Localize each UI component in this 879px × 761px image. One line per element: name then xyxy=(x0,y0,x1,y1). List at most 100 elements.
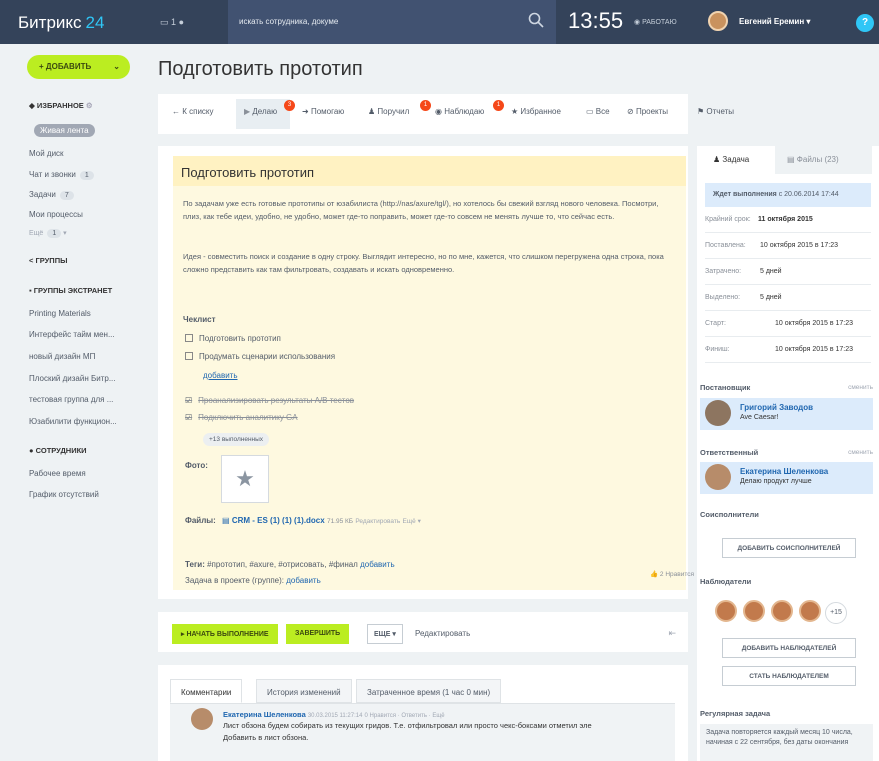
sidebar-groups[interactable]: < ГРУППЫ xyxy=(29,256,67,265)
play-icon: ▶ xyxy=(244,107,251,116)
tab-watching[interactable]: ◉ Наблюдаю 1 xyxy=(435,100,504,116)
checked-icon[interactable]: ☑ xyxy=(185,413,192,422)
comments-panel: Комментарии История изменений Затраченно… xyxy=(158,665,688,761)
finish-button[interactable]: ЗАВЕРШИТЬ xyxy=(286,624,350,644)
photo-label: Фото: xyxy=(185,461,208,470)
add-coexecutors-button[interactable]: ДОБАВИТЬ СОИСПОЛНИТЕЛЕЙ xyxy=(722,538,856,558)
tab-comments[interactable]: Комментарии xyxy=(170,679,243,703)
sidebar-group-item[interactable]: Printing Materials xyxy=(29,309,91,318)
sidebar-group-item[interactable]: Интерфейс тайм мен... xyxy=(29,330,115,339)
tab-assigned[interactable]: ♟ Поручил 1 xyxy=(368,100,431,116)
avatar[interactable] xyxy=(799,600,821,622)
messages-counter[interactable]: ▭ 1 ● xyxy=(160,17,184,28)
checklist-item-done[interactable]: ☑ Подключить аналитику GA xyxy=(185,413,298,422)
sidebar-group-item[interactable]: Юзабилити функцион... xyxy=(29,417,117,426)
tab-favorite[interactable]: ★ Избранное xyxy=(511,107,561,116)
tab-task[interactable]: ♟ Задача xyxy=(713,146,749,174)
sidebar-extranet[interactable]: ▪ ГРУППЫ ЭКСТРАНЕТ xyxy=(29,286,112,295)
creator-name[interactable]: Григорий Заводов xyxy=(740,403,813,412)
add-watchers-button[interactable]: ДОБАВИТЬ НАБЛЮДАТЕЛЕЙ xyxy=(722,638,856,658)
finish-row: Финиш: 10 октября 2015 в 17:23 xyxy=(705,337,871,363)
pin-icon: ◆ xyxy=(29,101,35,110)
change-responsible-link[interactable]: сменить xyxy=(848,449,873,456)
comment-header: Екатерина Шеленкова 30.03.2015 11:27:14 … xyxy=(223,710,445,719)
search-icon[interactable] xyxy=(528,12,544,28)
responsible-name[interactable]: Екатерина Шеленкова xyxy=(740,467,828,476)
tab-doing[interactable]: ▶ Делаю 3 xyxy=(244,100,295,116)
become-watcher-button[interactable]: СТАТЬ НАБЛЮДАТЕЛЕМ xyxy=(722,666,856,686)
file-more-link[interactable]: Ещё ▾ xyxy=(402,518,420,525)
file-link[interactable]: CRM - ES (1) (1) (1).docx xyxy=(232,516,325,525)
watchers-more[interactable]: +15 xyxy=(825,602,847,624)
tab-all[interactable]: ▭ Все xyxy=(586,107,610,116)
avatar[interactable] xyxy=(715,600,737,622)
change-creator-link[interactable]: сменить xyxy=(848,384,873,391)
creator-card[interactable]: Григорий Заводов Ave Caesar! xyxy=(700,398,873,430)
comment-text-2: Добавить в лист обзона. xyxy=(223,733,309,742)
responsible-heading: Ответственный xyxy=(700,448,759,457)
stack-icon: ▭ xyxy=(586,107,594,116)
tab-helping[interactable]: ➜ Помогаю xyxy=(302,107,344,116)
add-button[interactable]: + ДОБАВИТЬ ⌄ xyxy=(27,55,130,79)
checklist-item[interactable]: Продумать сценарии использования xyxy=(185,352,335,361)
responsible-card[interactable]: Екатерина Шеленкова Делаю продукт лучше xyxy=(700,462,873,494)
tab-history[interactable]: История изменений xyxy=(256,679,352,703)
avatar[interactable] xyxy=(743,600,765,622)
start-button[interactable]: ▸ НАЧАТЬ ВЫПОЛНЕНИЕ xyxy=(172,624,278,644)
sidebar-more[interactable]: Ещё 1 ▾ xyxy=(29,229,67,238)
tab-reports[interactable]: ⚑ Отчеты xyxy=(697,107,734,116)
sidebar-group-item[interactable]: тестовая группа для ... xyxy=(29,395,113,404)
deadline-value[interactable]: 11 октября 2015 xyxy=(758,216,813,223)
checkbox[interactable] xyxy=(185,334,193,342)
comment: Екатерина Шеленкова 30.03.2015 11:27:14 … xyxy=(170,703,675,761)
help-button[interactable]: ? xyxy=(856,14,874,32)
tags-add-link[interactable]: добавить xyxy=(360,560,395,569)
photo-placeholder[interactable]: ★ xyxy=(221,455,269,503)
avatar xyxy=(705,400,731,426)
done-more-pill[interactable]: +13 выполненных xyxy=(203,433,270,446)
avatar[interactable] xyxy=(771,600,793,622)
tab-time-spent[interactable]: Затраченное время (1 час 0 мин) xyxy=(356,679,502,703)
task-description-2: Идея - совместить поиск и создание в одн… xyxy=(183,252,664,274)
sidebar-item-processes[interactable]: Мои процессы xyxy=(29,210,83,219)
tags-row: Теги: #прототип, #axure, #отрисовать, #ф… xyxy=(185,560,395,569)
sidebar-item-work-time[interactable]: Рабочее время xyxy=(29,469,86,478)
eye-icon: ◉ xyxy=(435,107,442,116)
checklist-item-done[interactable]: ☑ Проанализировать результаты A/B тестов xyxy=(185,396,354,405)
project-add-link[interactable]: добавить xyxy=(286,576,321,585)
star-icon: ★ xyxy=(235,466,255,491)
tab-projects[interactable]: ⊘ Проекты xyxy=(627,107,668,116)
file-edit-link[interactable]: Редактировать xyxy=(355,518,400,525)
tab-back[interactable]: ← К списку xyxy=(172,107,214,116)
checked-icon[interactable]: ☑ xyxy=(185,396,192,405)
recurring-heading: Регулярная задача xyxy=(700,709,771,718)
sidebar-item-disk[interactable]: Мой диск xyxy=(29,149,64,158)
logo[interactable]: Битрикс 24 xyxy=(18,13,104,33)
sidebar-item-live-feed[interactable]: Живая лента xyxy=(34,124,95,137)
sidebar-item-tasks[interactable]: Задачи 7 xyxy=(29,190,74,200)
comment-actions[interactable]: 0 Нравится · Ответить · Ещё xyxy=(365,713,445,719)
checklist-add-link[interactable]: добавить xyxy=(203,371,238,380)
work-status[interactable]: ◉ РАБОТАЮ xyxy=(634,18,677,26)
checklist-item[interactable]: Подготовить прототип xyxy=(185,334,281,343)
files-row: Файлы: ▤ CRM - ES (1) (1) (1).docx 71.95… xyxy=(185,516,421,525)
pin-icon[interactable]: ⇤ xyxy=(668,628,676,639)
sidebar-group-item[interactable]: новый дизайн МП xyxy=(29,352,95,361)
user-icon: ♟ xyxy=(368,107,376,116)
chat-icon: ▭ xyxy=(160,17,169,27)
edit-link[interactable]: Редактировать xyxy=(415,629,470,638)
checkbox[interactable] xyxy=(185,352,193,360)
sidebar-employees[interactable]: ● СОТРУДНИКИ xyxy=(29,446,87,455)
sidebar-group-item[interactable]: Плоский дизайн Битр... xyxy=(29,374,115,383)
sidebar-item-chats[interactable]: Чат и звонки 1 xyxy=(29,170,94,180)
comment-text: Лист обзона будем собирать из текущих гр… xyxy=(223,721,592,730)
comment-author[interactable]: Екатерина Шеленкова xyxy=(223,710,306,719)
task-card: Подготовить прототип По задачам уже есть… xyxy=(158,146,688,599)
sidebar-item-absence[interactable]: График отсутствий xyxy=(29,490,99,499)
more-button[interactable]: ЕЩЕ ▾ xyxy=(367,624,403,644)
thumbs-up-icon: 👍 xyxy=(650,571,659,578)
sidebar-favorites[interactable]: ◆ ИЗБРАННОЕ ⚙ xyxy=(29,101,93,110)
like-button[interactable]: 👍 2 Нравится xyxy=(650,570,694,578)
search-bar[interactable]: искать сотрудника, докуме xyxy=(228,0,556,44)
tab-files[interactable]: ▤ Файлы (23) xyxy=(775,146,872,174)
